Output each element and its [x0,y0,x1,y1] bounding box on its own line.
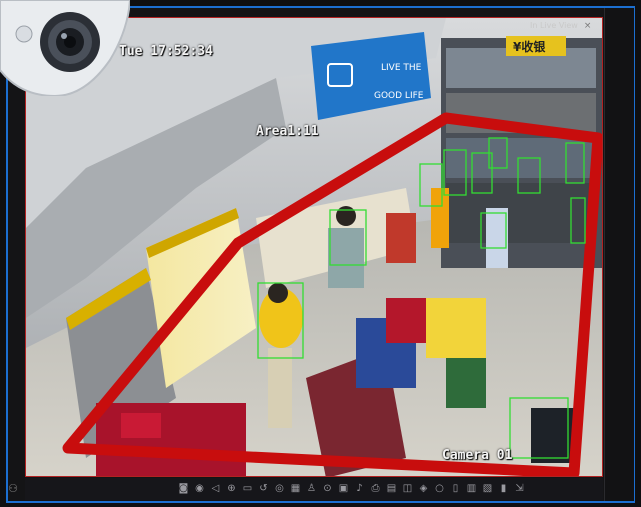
toolbar-icon-group: ◙ ◉ ◁ ⊕ ▭ ↺ ◎ ▦ ♙ ⊙ ▣ ♪ ⎙ ▤ ◫ ◈ ○ ▯ ▥ ▧ … [177,481,526,496]
shield-icon[interactable]: ◈ [417,481,430,496]
layers-icon[interactable]: ▧ [481,481,494,496]
area-count-overlay: Area1:11 [256,124,319,139]
banner-text-1: LIVE THE [381,63,422,73]
bookmark-icon[interactable]: ▮ [497,481,510,496]
window-icon[interactable]: ◫ [401,481,414,496]
chart-icon[interactable]: ▥ [465,481,478,496]
timestamp-overlay: Tue 17:52:34 [119,44,213,59]
record-icon[interactable]: ◉ [193,481,206,496]
display-icon[interactable]: ▣ [337,481,350,496]
playback-icon[interactable]: ⊙ [321,481,334,496]
side-panel [604,8,634,501]
print-icon[interactable]: ⎙ [369,481,382,496]
grid-icon[interactable]: ▦ [289,481,302,496]
image-icon[interactable]: ▤ [385,481,398,496]
doc-icon[interactable]: ▯ [449,481,462,496]
view-mode-label: In Live View [530,21,578,30]
user-tree-icon[interactable]: ⚇ [5,481,21,497]
rewind-icon[interactable]: ↺ [257,481,270,496]
mic-icon[interactable]: ♪ [353,481,366,496]
live-view-toolbar: ⚇ ◙ ◉ ◁ ⊕ ▭ ↺ ◎ ▦ ♙ ⊙ ▣ ♪ ⎙ ▤ ◫ ◈ ○ ▯ ▥ … [8,478,603,500]
audio-icon[interactable]: ◁ [209,481,222,496]
ptz-icon[interactable]: ▭ [241,481,254,496]
view-header: In Live View × [530,18,591,34]
camera-icon[interactable]: ◙ [177,481,190,496]
bulb-icon[interactable]: ○ [433,481,446,496]
camera-name-overlay: Camera 01 [442,448,513,463]
close-icon[interactable]: × [584,18,592,34]
dome-camera-image [0,0,130,96]
cashier-sign-text: ¥收银 [513,39,546,54]
zoom-icon[interactable]: ⊕ [225,481,238,496]
export-icon[interactable]: ⇲ [513,481,526,496]
banner-text-2: GOOD LIFE [374,91,424,101]
fisheye-icon[interactable]: ◎ [273,481,286,496]
person-icon[interactable]: ♙ [305,481,318,496]
